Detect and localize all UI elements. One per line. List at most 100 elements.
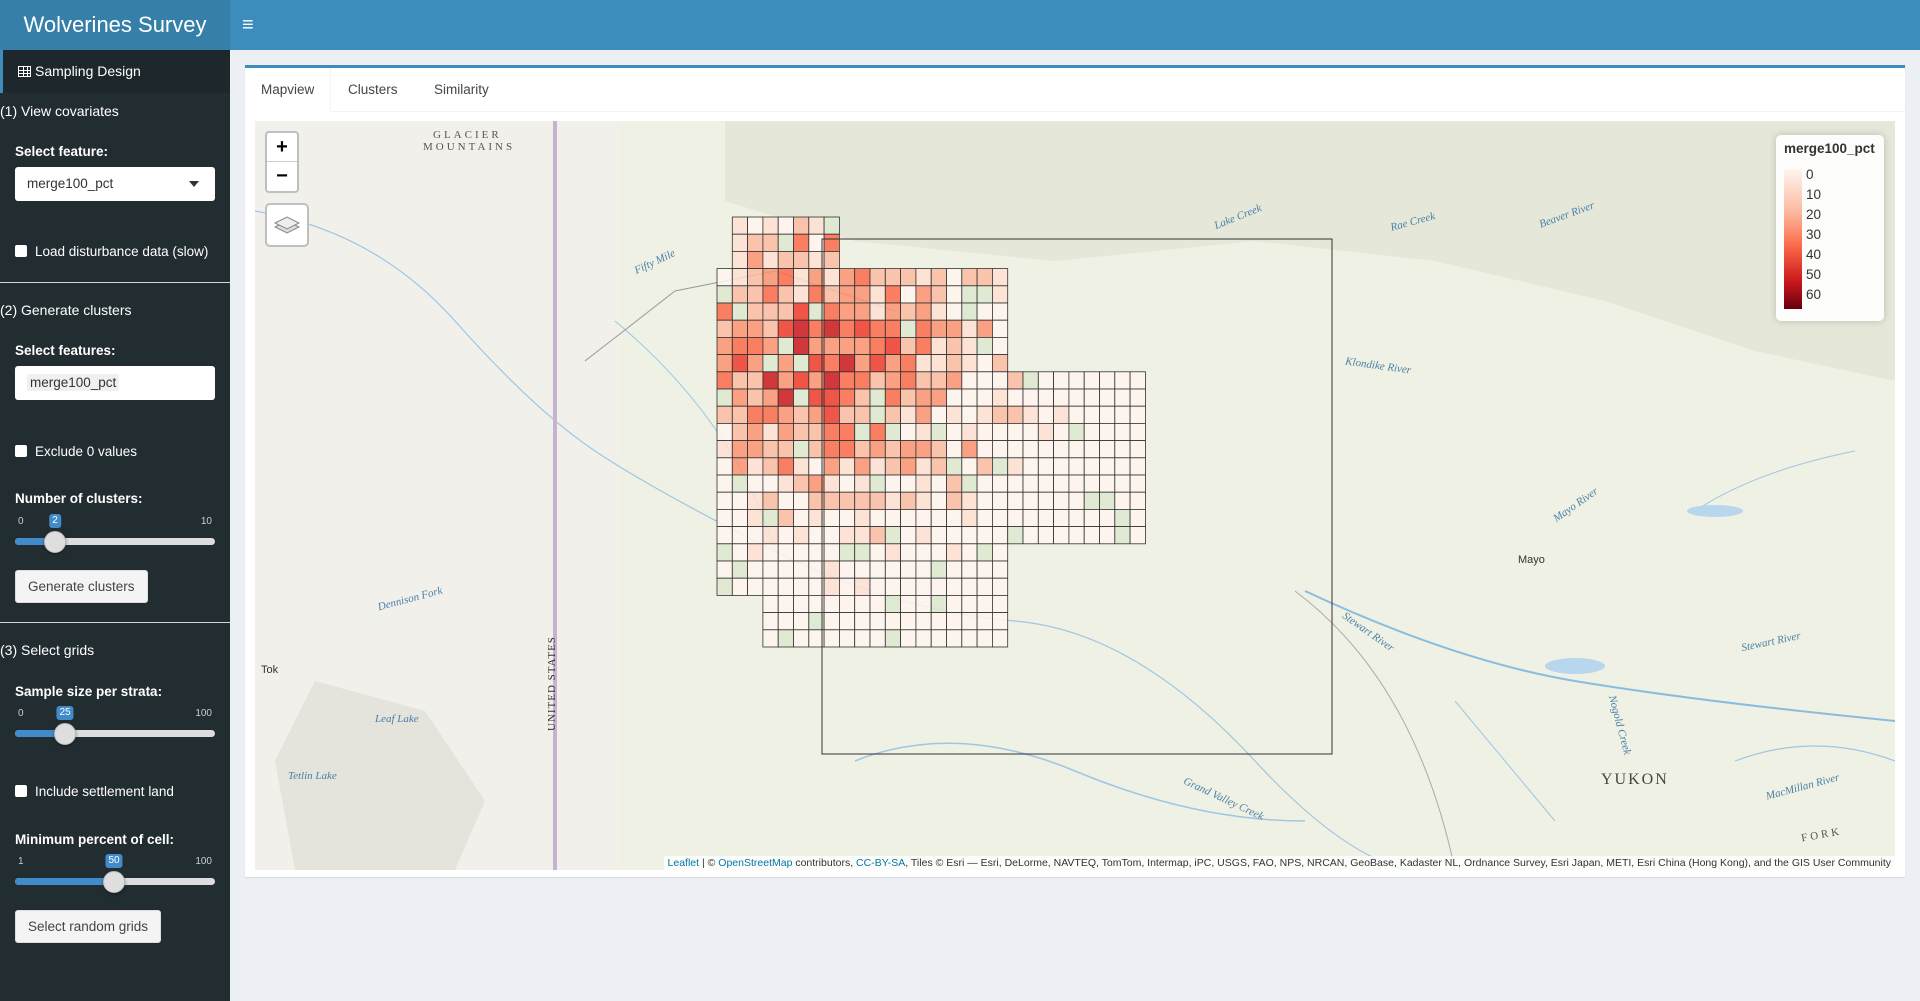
- grid-cell[interactable]: [793, 594, 810, 613]
- grid-cell[interactable]: [992, 577, 1009, 596]
- grid-cell[interactable]: [1007, 371, 1024, 390]
- grid-cell[interactable]: [1037, 371, 1054, 390]
- grid-cell[interactable]: [823, 250, 840, 269]
- grid-cell[interactable]: [762, 508, 779, 527]
- grid-cell[interactable]: [854, 354, 871, 373]
- grid-cell[interactable]: [716, 371, 733, 390]
- grid-cell[interactable]: [992, 285, 1009, 304]
- grid-cell[interactable]: [992, 560, 1009, 579]
- grid-cell[interactable]: [731, 560, 748, 579]
- grid-cell[interactable]: [884, 491, 901, 510]
- grid-cell[interactable]: [930, 543, 947, 562]
- grid-cell[interactable]: [793, 233, 810, 252]
- grid-cell[interactable]: [976, 285, 993, 304]
- grid-cell[interactable]: [930, 594, 947, 613]
- grid-cell[interactable]: [762, 422, 779, 441]
- grid-cell[interactable]: [839, 526, 856, 545]
- grid-cell[interactable]: [915, 629, 932, 648]
- grid-cell[interactable]: [976, 319, 993, 338]
- grid-cell[interactable]: [1114, 474, 1131, 493]
- grid-cell[interactable]: [1022, 422, 1039, 441]
- grid-cell[interactable]: [1129, 491, 1146, 510]
- grid-cell[interactable]: [992, 371, 1009, 390]
- grid-cell[interactable]: [946, 285, 963, 304]
- grid-cell[interactable]: [930, 354, 947, 373]
- grid-cell[interactable]: [900, 474, 917, 493]
- grid-cell[interactable]: [869, 457, 886, 476]
- grid-cell[interactable]: [900, 543, 917, 562]
- grid-cell[interactable]: [869, 543, 886, 562]
- grid-cell[interactable]: [900, 440, 917, 459]
- grid-cell[interactable]: [1007, 422, 1024, 441]
- grid-cell[interactable]: [793, 543, 810, 562]
- grid-cell[interactable]: [1053, 388, 1070, 407]
- grid-cell[interactable]: [854, 319, 871, 338]
- grid-cell[interactable]: [900, 612, 917, 631]
- grid-cell[interactable]: [839, 543, 856, 562]
- grid-cell[interactable]: [762, 371, 779, 390]
- grid-cell[interactable]: [961, 388, 978, 407]
- grid-cell[interactable]: [823, 216, 840, 235]
- grid-cell[interactable]: [777, 302, 794, 321]
- grid-cell[interactable]: [946, 577, 963, 596]
- grid-cell[interactable]: [976, 302, 993, 321]
- grid-cell[interactable]: [793, 526, 810, 545]
- grid-cell[interactable]: [961, 285, 978, 304]
- grid-cell[interactable]: [915, 268, 932, 287]
- grid-cell[interactable]: [1053, 371, 1070, 390]
- grid-cell[interactable]: [946, 474, 963, 493]
- grid-cell[interactable]: [854, 302, 871, 321]
- grid-cell[interactable]: [854, 457, 871, 476]
- grid-cell[interactable]: [976, 594, 993, 613]
- grid-cell[interactable]: [992, 336, 1009, 355]
- grid-cell[interactable]: [823, 233, 840, 252]
- grid-cell[interactable]: [976, 354, 993, 373]
- grid-cell[interactable]: [731, 457, 748, 476]
- leaflet-link[interactable]: Leaflet: [668, 857, 700, 869]
- grid-cell[interactable]: [930, 302, 947, 321]
- grid-cell[interactable]: [762, 405, 779, 424]
- grid-cell[interactable]: [1099, 457, 1116, 476]
- grid-cell[interactable]: [1068, 474, 1085, 493]
- layers-control[interactable]: [265, 203, 309, 247]
- grid-cell[interactable]: [1099, 440, 1116, 459]
- grid-cell[interactable]: [762, 457, 779, 476]
- grid-cell[interactable]: [823, 629, 840, 648]
- grid-cell[interactable]: [961, 474, 978, 493]
- grid-cell[interactable]: [854, 405, 871, 424]
- grid-cell[interactable]: [1053, 491, 1070, 510]
- grid-cell[interactable]: [777, 216, 794, 235]
- grid-cell[interactable]: [762, 268, 779, 287]
- grid-cell[interactable]: [854, 594, 871, 613]
- grid-cell[interactable]: [869, 560, 886, 579]
- grid-cell[interactable]: [946, 560, 963, 579]
- grid-cell[interactable]: [992, 354, 1009, 373]
- grid-cell[interactable]: [839, 268, 856, 287]
- grid-cell[interactable]: [716, 285, 733, 304]
- grid-cell[interactable]: [747, 543, 764, 562]
- grid-cell[interactable]: [1053, 474, 1070, 493]
- grid-cell[interactable]: [731, 302, 748, 321]
- grid-cell[interactable]: [839, 422, 856, 441]
- grid-cell[interactable]: [747, 474, 764, 493]
- grid-cell[interactable]: [915, 577, 932, 596]
- grid-cell[interactable]: [915, 319, 932, 338]
- grid-cell[interactable]: [762, 354, 779, 373]
- grid-cell[interactable]: [793, 354, 810, 373]
- select-random-grids-button[interactable]: Select random grids: [15, 910, 162, 943]
- grid-cell[interactable]: [747, 336, 764, 355]
- grid-cell[interactable]: [1129, 457, 1146, 476]
- grid-cell[interactable]: [731, 354, 748, 373]
- grid-cell[interactable]: [1022, 371, 1039, 390]
- slider-handle[interactable]: [54, 723, 76, 745]
- grid-cell[interactable]: [1053, 508, 1070, 527]
- grid-cell[interactable]: [976, 371, 993, 390]
- grid-cell[interactable]: [823, 336, 840, 355]
- grid-cell[interactable]: [884, 526, 901, 545]
- grid-cell[interactable]: [869, 388, 886, 407]
- grid-cell[interactable]: [716, 268, 733, 287]
- grid-cell[interactable]: [869, 354, 886, 373]
- grid-cell[interactable]: [1068, 526, 1085, 545]
- grid-cell[interactable]: [915, 405, 932, 424]
- grid-cell[interactable]: [869, 285, 886, 304]
